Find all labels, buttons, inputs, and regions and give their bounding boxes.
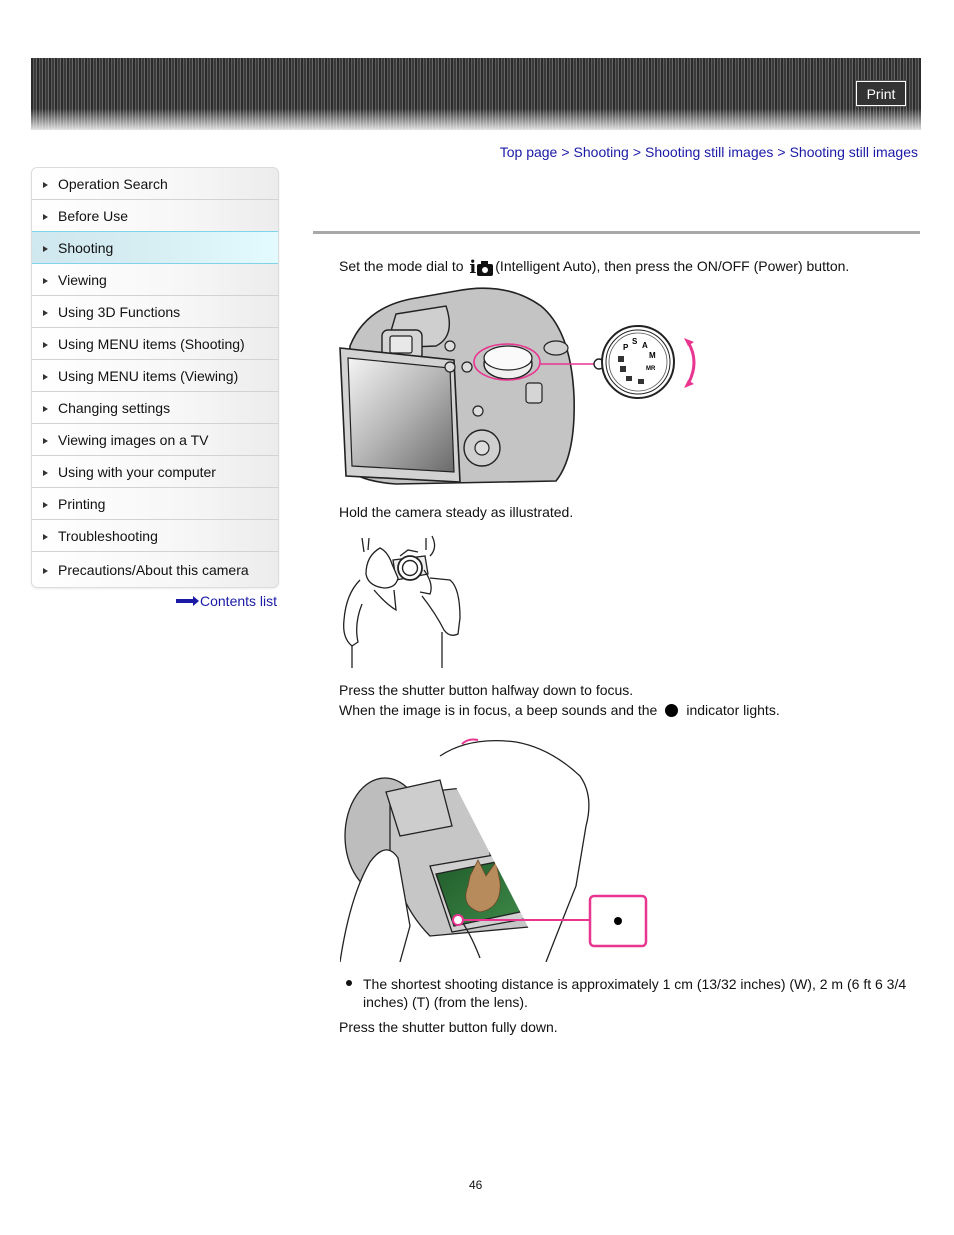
focus-indicator-dot (614, 917, 622, 925)
contents-list-label: Contents list (200, 593, 278, 609)
sidebar-item-printing[interactable]: Printing (32, 488, 278, 520)
step4-text: Press the shutter button fully down. (339, 1019, 558, 1035)
sidebar-item-operation-search[interactable]: Operation Search (32, 168, 278, 200)
intelligent-auto-icon: i (469, 259, 494, 277)
caret-right-icon (43, 342, 48, 348)
sidebar-item-viewing-tv[interactable]: Viewing images on a TV (32, 424, 278, 456)
step1-text: Set the mode dial to i (Intelligent Auto)… (339, 258, 849, 277)
caret-right-icon (43, 246, 48, 252)
step3-text-before: When the image is in focus, a beep sound… (339, 702, 658, 718)
caret-right-icon (43, 182, 48, 188)
caret-right-icon (43, 310, 48, 316)
sidebar-item-label: Using MENU items (Viewing) (58, 367, 239, 384)
sidebar-item-label: Before Use (58, 207, 129, 224)
page-number: 46 (469, 1178, 483, 1192)
caret-right-icon (43, 406, 48, 412)
note-line2: inches) (T) (from the lens). (363, 994, 528, 1010)
caret-right-icon (43, 568, 48, 574)
step2-text: Hold the camera steady as illustrated. (339, 504, 574, 520)
step3-text-line1: Press the shutter button halfway down to… (339, 682, 634, 698)
dial-label-s: S (632, 337, 638, 346)
bullet-icon (346, 980, 352, 986)
title-divider (313, 231, 920, 234)
sidebar-item-troubleshooting[interactable]: Troubleshooting (32, 520, 278, 552)
sidebar-item-label: Shooting (58, 239, 114, 256)
camera-rear-illustration (339, 287, 575, 485)
mode-dial-closeup: S P A M MR (593, 325, 696, 399)
sidebar-item-menu-shooting[interactable]: Using MENU items (Shooting) (32, 328, 278, 360)
sidebar-item-before-use[interactable]: Before Use (32, 200, 278, 232)
indicator-point (452, 914, 464, 926)
hold-camera-figure (343, 535, 461, 668)
breadcrumb-separator: > (561, 144, 570, 160)
sidebar-item-label: Troubleshooting (58, 527, 158, 544)
sidebar-item-label: Using 3D Functions (58, 303, 181, 320)
breadcrumb-separator: > (632, 144, 641, 160)
step3-text-after: indicator lights. (686, 702, 780, 718)
sidebar-item-label: Precautions/About this camera (58, 561, 249, 578)
header-banner (31, 58, 921, 130)
sidebar-item-computer[interactable]: Using with your computer (32, 456, 278, 488)
caret-right-icon (43, 438, 48, 444)
mode-dial-figure: S P A M MR (339, 287, 696, 485)
breadcrumb-shooting-still-images[interactable]: Shooting still images (645, 144, 773, 160)
sidebar-item-viewing[interactable]: Viewing (32, 264, 278, 296)
sidebar-item-label: Changing settings (58, 399, 171, 416)
sidebar-nav: Operation Search Before Use Shooting Vie… (31, 167, 279, 588)
sidebar-item-label: Using with your computer (58, 463, 216, 480)
sidebar-item-changing-settings[interactable]: Changing settings (32, 392, 278, 424)
caret-right-icon (43, 214, 48, 220)
contents-list-link[interactable]: Contents list (176, 593, 277, 609)
breadcrumb-shooting[interactable]: Shooting (574, 144, 629, 160)
sidebar-item-shooting[interactable]: Shooting (32, 231, 278, 264)
sidebar-item-menu-viewing[interactable]: Using MENU items (Viewing) (32, 360, 278, 392)
focus-figure (340, 738, 648, 962)
sidebar-item-label: Viewing images on a TV (58, 431, 209, 448)
sidebar-item-label: Printing (58, 495, 106, 512)
note-line1: The shortest shooting distance is approx… (363, 976, 907, 992)
sidebar-item-label: Viewing (58, 271, 107, 288)
caret-right-icon (43, 374, 48, 380)
sidebar-item-label: Operation Search (58, 175, 168, 192)
step1-text-after: (Intelligent Auto), then press the ON/OF… (495, 258, 850, 274)
focus-indicator-icon (665, 704, 679, 717)
caret-right-icon (43, 502, 48, 508)
dial-label-p: P (623, 343, 629, 352)
step3-text-line2: When the image is in focus, a beep sound… (339, 702, 780, 718)
breadcrumb: Top page > Shooting > Shooting still images >… (500, 144, 918, 160)
caret-right-icon (43, 278, 48, 284)
sidebar-item-3d-functions[interactable]: Using 3D Functions (32, 296, 278, 328)
dial-label-mr: MR (646, 366, 656, 372)
dial-label-a: A (642, 341, 648, 350)
dial-label-m: M (649, 351, 656, 360)
caret-right-icon (43, 534, 48, 540)
step1-text-before: Set the mode dial to (339, 258, 464, 274)
arrow-right-icon (176, 596, 199, 606)
breadcrumb-current[interactable]: Shooting still images (790, 144, 918, 160)
caret-right-icon (43, 470, 48, 476)
breadcrumb-top-page[interactable]: Top page (500, 144, 558, 160)
print-button[interactable]: Print (855, 80, 907, 107)
breadcrumb-separator: > (777, 144, 786, 160)
sidebar-item-precautions[interactable]: Precautions/About this camera (32, 552, 278, 587)
sidebar-item-label: Using MENU items (Shooting) (58, 335, 245, 352)
